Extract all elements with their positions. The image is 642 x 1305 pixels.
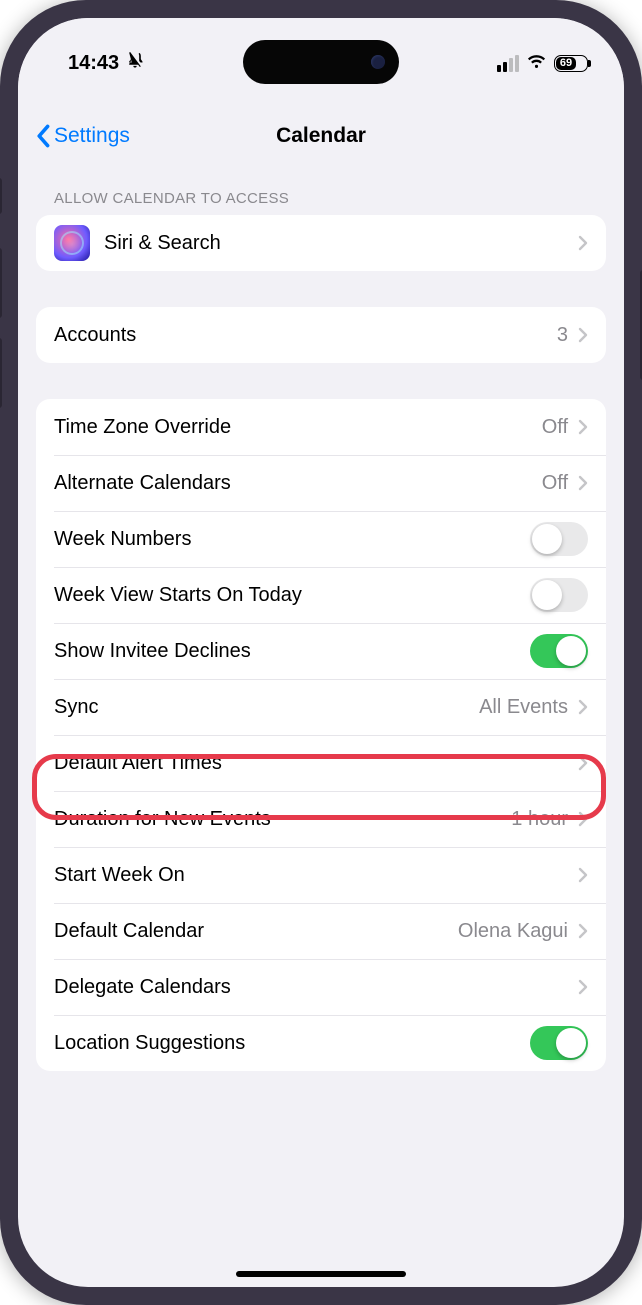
row-detail: Off bbox=[542, 416, 568, 439]
toggle-invitee-declines[interactable] bbox=[530, 634, 588, 668]
front-camera bbox=[371, 55, 385, 69]
row-label: Week View Starts On Today bbox=[54, 584, 530, 607]
row-location-suggestions: Location Suggestions bbox=[36, 1015, 606, 1071]
volume-up-button bbox=[0, 248, 2, 318]
row-siri-search[interactable]: Siri & Search bbox=[36, 215, 606, 271]
chevron-right-icon bbox=[578, 419, 588, 435]
row-week-view-starts-today: Week View Starts On Today bbox=[36, 567, 606, 623]
settings-content: ALLOW CALENDAR TO ACCESS Siri & Search A… bbox=[18, 166, 624, 1071]
screen: 14:43 69 Settings bbox=[18, 18, 624, 1287]
chevron-right-icon bbox=[578, 867, 588, 883]
row-sync[interactable]: Sync All Events bbox=[36, 679, 606, 735]
row-time-zone-override[interactable]: Time Zone Override Off bbox=[36, 399, 606, 455]
mute-switch bbox=[0, 178, 2, 214]
row-label: Alternate Calendars bbox=[54, 472, 542, 495]
row-detail: Off bbox=[542, 472, 568, 495]
chevron-right-icon bbox=[578, 923, 588, 939]
chevron-right-icon bbox=[578, 699, 588, 715]
chevron-right-icon bbox=[578, 475, 588, 491]
row-label: Duration for New Events bbox=[54, 808, 511, 831]
battery-icon: 69 bbox=[554, 55, 588, 72]
row-detail: 3 bbox=[557, 324, 568, 347]
group-main: Time Zone Override Off Alternate Calenda… bbox=[36, 399, 606, 1071]
toggle-week-view-today[interactable] bbox=[530, 578, 588, 612]
row-label: Siri & Search bbox=[104, 232, 578, 255]
row-detail: Olena Kagui bbox=[458, 920, 568, 943]
battery-level: 69 bbox=[560, 57, 572, 69]
siri-icon bbox=[54, 225, 90, 261]
row-duration-new-events[interactable]: Duration for New Events 1 hour bbox=[36, 791, 606, 847]
row-detail: 1 hour bbox=[511, 808, 568, 831]
row-detail: All Events bbox=[479, 696, 568, 719]
row-label: Sync bbox=[54, 696, 479, 719]
cellular-signal-icon bbox=[497, 55, 519, 72]
section-header-access: ALLOW CALENDAR TO ACCESS bbox=[36, 166, 606, 215]
home-indicator[interactable] bbox=[236, 1271, 406, 1277]
row-default-calendar[interactable]: Default Calendar Olena Kagui bbox=[36, 903, 606, 959]
back-button[interactable]: Settings bbox=[36, 124, 130, 148]
row-delegate-calendars[interactable]: Delegate Calendars bbox=[36, 959, 606, 1015]
row-default-alert-times[interactable]: Default Alert Times bbox=[36, 735, 606, 791]
row-label: Accounts bbox=[54, 324, 557, 347]
dynamic-island bbox=[243, 40, 399, 84]
row-label: Location Suggestions bbox=[54, 1032, 530, 1055]
row-start-week-on[interactable]: Start Week On bbox=[36, 847, 606, 903]
row-show-invitee-declines: Show Invitee Declines bbox=[36, 623, 606, 679]
toggle-location-suggestions[interactable] bbox=[530, 1026, 588, 1060]
row-label: Start Week On bbox=[54, 864, 578, 887]
chevron-right-icon bbox=[578, 235, 588, 251]
row-label: Default Alert Times bbox=[54, 752, 578, 775]
silent-mode-icon bbox=[125, 50, 145, 76]
row-accounts[interactable]: Accounts 3 bbox=[36, 307, 606, 363]
chevron-right-icon bbox=[578, 755, 588, 771]
back-label: Settings bbox=[54, 124, 130, 148]
row-label: Show Invitee Declines bbox=[54, 640, 530, 663]
toggle-week-numbers[interactable] bbox=[530, 522, 588, 556]
group-accounts: Accounts 3 bbox=[36, 307, 606, 363]
chevron-right-icon bbox=[578, 979, 588, 995]
status-time: 14:43 bbox=[68, 52, 119, 75]
group-access: Siri & Search bbox=[36, 215, 606, 271]
row-label: Delegate Calendars bbox=[54, 976, 578, 999]
phone-frame: 14:43 69 Settings bbox=[0, 0, 642, 1305]
wifi-icon bbox=[526, 50, 547, 77]
chevron-right-icon bbox=[578, 327, 588, 343]
chevron-right-icon bbox=[578, 811, 588, 827]
row-alternate-calendars[interactable]: Alternate Calendars Off bbox=[36, 455, 606, 511]
volume-down-button bbox=[0, 338, 2, 408]
row-week-numbers: Week Numbers bbox=[36, 511, 606, 567]
row-label: Time Zone Override bbox=[54, 416, 542, 439]
row-label: Default Calendar bbox=[54, 920, 458, 943]
row-label: Week Numbers bbox=[54, 528, 530, 551]
